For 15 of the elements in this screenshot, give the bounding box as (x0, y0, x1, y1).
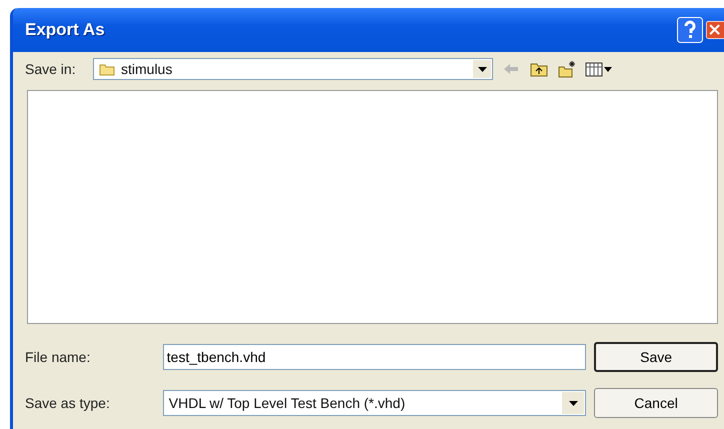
view-menu-icon[interactable] (585, 60, 613, 78)
help-icon[interactable] (677, 17, 703, 43)
save-as-type-label: Save as type: (25, 395, 111, 411)
caret-icon (478, 66, 486, 72)
save-button[interactable]: Save (594, 342, 718, 372)
save-as-type-dropdown[interactable]: VHDL w/ Top Level Test Bench (*.vhd) (162, 390, 586, 416)
file-name-label: File name: (25, 349, 92, 365)
save-in-label: Save in: (25, 61, 77, 77)
file-name-field[interactable]: test_tbench.vhd (162, 344, 586, 370)
new-folder-icon[interactable] (557, 60, 577, 78)
caret-icon (568, 400, 578, 406)
cancel-button[interactable]: Cancel (594, 388, 718, 418)
folder-icon (99, 62, 115, 76)
save-in-dropdown[interactable]: stimulus (93, 58, 493, 80)
window-title: Export As (25, 20, 106, 40)
